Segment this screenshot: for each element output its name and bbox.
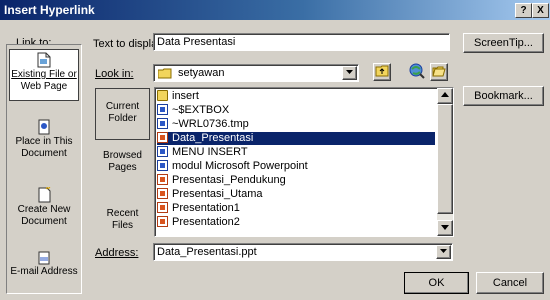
help-button[interactable]: ? — [515, 3, 532, 18]
file-name: ~WRL0736.tmp — [172, 118, 249, 130]
window-title: Insert Hyperlink — [4, 3, 95, 17]
arrow-down-icon — [441, 225, 449, 230]
file-name: Data_Presentasi — [172, 132, 254, 144]
link-existing-label-1: Existing File or — [11, 69, 77, 80]
look-in-dropdown-button[interactable] — [342, 66, 357, 80]
link-place-label-2: Document — [21, 148, 67, 159]
globe-search-icon — [409, 63, 425, 79]
link-existing-label-2: Web Page — [20, 81, 68, 92]
word-document-icon — [157, 146, 168, 157]
file-icon — [37, 52, 51, 68]
list-item[interactable]: ~$EXTBOX — [157, 104, 435, 117]
file-name: Presentasi_Utama — [172, 188, 263, 200]
address-input[interactable]: Data_Presentasi.ppt — [153, 243, 453, 261]
place-browsed-label-1: Browsed — [103, 150, 142, 161]
file-name: ~$EXTBOX — [172, 104, 230, 116]
word-document-icon — [157, 160, 168, 171]
look-in-combo[interactable]: setyawan — [153, 64, 359, 82]
list-item[interactable]: Presentation2 — [157, 216, 435, 229]
place-recent-files[interactable]: Recent Files — [95, 208, 150, 248]
list-item[interactable]: Presentasi_Utama — [157, 188, 435, 201]
scroll-down-button[interactable] — [437, 220, 453, 236]
screentip-button[interactable]: ScreenTip... — [463, 33, 544, 53]
places-bar: Current Folder Browsed Pages Recent File… — [95, 88, 150, 242]
place-recent-label-2: Files — [111, 220, 134, 231]
up-folder-icon — [375, 65, 389, 77]
list-item[interactable]: Presentation1 — [157, 202, 435, 215]
file-name: Presentation1 — [172, 202, 240, 214]
link-create-new-document-button[interactable]: Create New Document — [9, 185, 79, 231]
link-place-label-1: Place in This — [15, 136, 73, 147]
word-document-icon — [157, 104, 168, 115]
browse-file-button[interactable] — [430, 63, 448, 81]
open-folder-icon — [432, 66, 446, 77]
address-value: Data_Presentasi.ppt — [157, 246, 257, 258]
list-item[interactable]: MENU INSERT — [157, 146, 435, 159]
new-document-icon — [38, 187, 51, 203]
link-existing-file-button[interactable]: Existing File or Web Page — [9, 49, 79, 101]
address-label: Address: — [95, 247, 139, 259]
file-name: insert — [172, 90, 199, 102]
place-browsed-label-2: Pages — [108, 162, 137, 173]
ok-label: OK — [428, 277, 445, 289]
list-item[interactable]: Presentasi_Pendukung — [157, 174, 435, 187]
email-icon — [38, 251, 50, 265]
look-in-value: setyawan — [178, 67, 225, 79]
address-dropdown-button[interactable] — [436, 245, 451, 259]
list-item[interactable]: modul Microsoft Powerpoint — [157, 160, 435, 173]
insert-hyperlink-dialog: Insert Hyperlink ? X Link to: Existing F… — [0, 0, 550, 300]
scroll-up-button[interactable] — [437, 88, 453, 104]
link-place-in-document-button[interactable]: Place in This Document — [9, 117, 79, 163]
list-item[interactable]: insert — [157, 90, 435, 103]
link-email-label: E-mail Address — [10, 266, 78, 277]
scroll-thumb[interactable] — [437, 104, 453, 214]
cancel-label: Cancel — [492, 277, 528, 289]
file-name: Presentasi_Pendukung — [172, 174, 286, 186]
powerpoint-file-icon — [157, 174, 168, 185]
up-one-folder-button[interactable] — [373, 63, 391, 81]
close-button[interactable]: X — [532, 3, 549, 18]
powerpoint-file-icon — [157, 216, 168, 227]
chevron-down-icon — [346, 70, 353, 74]
text-to-display-input[interactable]: Data Presentasi — [153, 33, 450, 51]
place-browsed-pages[interactable]: Browsed Pages — [95, 150, 150, 190]
powerpoint-file-icon — [157, 202, 168, 213]
bookmark-button[interactable]: Bookmark... — [463, 86, 544, 106]
ok-button[interactable]: OK — [404, 272, 469, 294]
list-item-selected[interactable]: Data_Presentasi — [157, 132, 435, 145]
place-current-folder[interactable]: Current Folder — [95, 88, 150, 140]
file-name: MENU INSERT — [172, 146, 248, 158]
link-to-bar: Existing File or Web Page Place in This … — [6, 44, 82, 294]
temp-file-icon — [157, 118, 168, 129]
chevron-down-icon — [440, 249, 447, 253]
powerpoint-file-icon — [157, 188, 168, 199]
link-email-address-button[interactable]: E-mail Address — [9, 247, 79, 287]
screentip-label: ScreenTip... — [474, 37, 533, 49]
cancel-button[interactable]: Cancel — [476, 272, 544, 294]
bookmark-label: Bookmark... — [474, 90, 533, 102]
file-list-scrollbar[interactable] — [437, 88, 453, 236]
title-bar[interactable]: Insert Hyperlink ? X — [0, 0, 550, 20]
browse-web-button[interactable] — [408, 62, 426, 80]
file-name: Presentation2 — [172, 216, 240, 228]
document-place-icon — [38, 119, 50, 135]
folder-icon — [158, 68, 172, 79]
text-to-display-value: Data Presentasi — [157, 36, 236, 48]
place-recent-label-1: Recent — [106, 208, 139, 219]
powerpoint-file-icon — [157, 132, 168, 143]
place-current-label-1: Current — [105, 101, 140, 112]
folder-icon — [157, 90, 168, 101]
link-create-new-label-2: Document — [21, 216, 67, 227]
arrow-up-icon — [441, 92, 449, 97]
place-current-label-2: Folder — [108, 113, 137, 124]
link-create-new-label-1: Create New — [17, 204, 71, 215]
file-list[interactable]: insert ~$EXTBOX ~WRL0736.tmp Data_Presen… — [154, 87, 454, 237]
file-name: modul Microsoft Powerpoint — [172, 160, 308, 172]
list-item[interactable]: ~WRL0736.tmp — [157, 118, 435, 131]
look-in-label: Look in: — [95, 68, 134, 80]
